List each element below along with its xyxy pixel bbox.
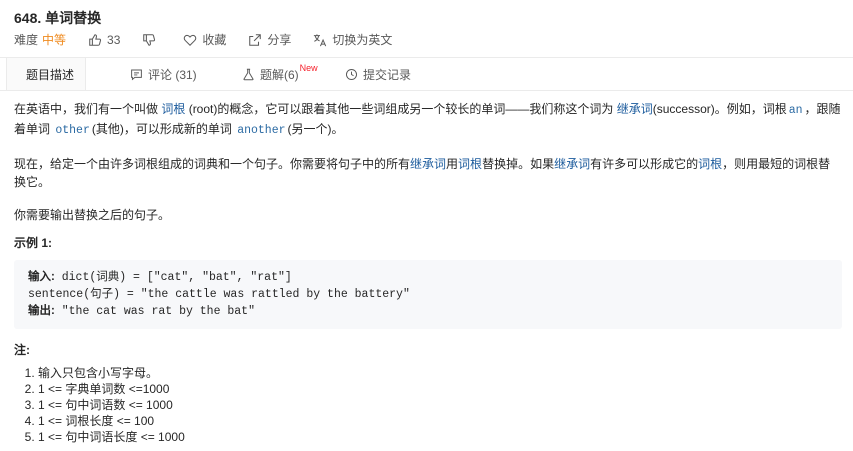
problem-meta-bar: 难度 中等 33 收藏 分享 切换为英文 bbox=[14, 31, 414, 48]
output-value: "the cat was rat by the bat" bbox=[54, 305, 255, 318]
list-item: 1 <= 句中词语长度 <= 1000 bbox=[38, 429, 842, 445]
tab-label: 题解(6) bbox=[260, 67, 299, 82]
list-item: 输入只包含小写字母。 bbox=[38, 365, 842, 381]
output-label: 输出: bbox=[28, 305, 55, 317]
switch-language-label: 切换为英文 bbox=[332, 33, 393, 47]
clock-icon bbox=[345, 68, 358, 80]
dislike-button[interactable] bbox=[142, 33, 161, 47]
difficulty-label: 难度 bbox=[14, 33, 39, 47]
input-line-1: dict(词典) = ["cat", "bat", "rat"] bbox=[54, 271, 292, 284]
tab-label: 题目描述 bbox=[26, 67, 75, 82]
difficulty: 难度 中等 bbox=[14, 31, 66, 48]
term-root: 词根 bbox=[161, 102, 186, 116]
problem-title: 648. 单词替换 bbox=[14, 10, 102, 26]
difficulty-value: 中等 bbox=[42, 33, 67, 47]
heart-icon bbox=[184, 34, 197, 46]
list-item: 1 <= 词根长度 <= 100 bbox=[38, 413, 842, 429]
thumbs-up-icon bbox=[89, 33, 102, 46]
flask-icon bbox=[243, 68, 254, 80]
tab-submissions[interactable]: 提交记录 bbox=[345, 58, 411, 90]
input-label: 输入: bbox=[28, 271, 55, 283]
code-an: an bbox=[788, 104, 803, 117]
notes-list: 输入只包含小写字母。 1 <= 字典单词数 <=1000 1 <= 句中词语数 … bbox=[14, 365, 842, 445]
list-item: 1 <= 字典单词数 <=1000 bbox=[38, 381, 842, 397]
like-count: 33 bbox=[107, 32, 121, 47]
problem-header: 648. 单词替换 难度 中等 33 收藏 分享 切换为英文 bbox=[0, 0, 853, 58]
code-other: other bbox=[55, 124, 90, 137]
share-label: 分享 bbox=[267, 33, 292, 47]
like-button[interactable]: 33 bbox=[88, 33, 120, 47]
paragraph-2: 现在，给定一个由许多词根组成的词典和一个句子。你需要将句子中的所有继承词用词根替… bbox=[14, 157, 831, 189]
share-button[interactable]: 分享 bbox=[248, 31, 291, 48]
code-another: another bbox=[237, 124, 286, 137]
problem-description: 在英语中，我们有一个叫做 词根 (root)的概念，它可以跟着其他一些词组成另一… bbox=[14, 100, 842, 445]
note-title: 注: bbox=[14, 343, 30, 357]
collect-button[interactable]: 收藏 bbox=[183, 31, 226, 48]
input-line-2: sentence(句子) = "the cattle was rattled b… bbox=[28, 288, 410, 301]
example-block: 输入: dict(词典) = ["cat", "bat", "rat"] sen… bbox=[14, 260, 842, 329]
tab-label: 提交记录 bbox=[363, 67, 412, 82]
collect-label: 收藏 bbox=[202, 33, 227, 47]
translate-icon bbox=[314, 33, 327, 46]
term-root: 词根 bbox=[458, 157, 483, 171]
term-successor: 继承词 bbox=[554, 157, 591, 171]
paragraph-3: 你需要输出替换之后的句子。 bbox=[14, 208, 171, 222]
comment-icon bbox=[131, 69, 142, 80]
tab-description[interactable]: 题目描述 bbox=[6, 58, 86, 90]
tab-comments[interactable]: 评论 (31) bbox=[130, 58, 197, 90]
tab-label: 评论 (31) bbox=[148, 67, 197, 82]
term-successor: 继承词 bbox=[616, 102, 653, 116]
tab-bar: 题目描述 评论 (31) 题解(6) New 提交记录 bbox=[0, 58, 853, 91]
paragraph-1: 在英语中，我们有一个叫做 词根 (root)的概念，它可以跟着其他一些词组成另一… bbox=[14, 102, 841, 137]
term-successor: 继承词 bbox=[410, 157, 447, 171]
new-badge: New bbox=[299, 63, 318, 73]
term-root: 词根 bbox=[698, 157, 723, 171]
list-item: 1 <= 句中词语数 <= 1000 bbox=[38, 397, 842, 413]
share-icon bbox=[249, 33, 262, 46]
switch-language-button[interactable]: 切换为英文 bbox=[313, 31, 392, 48]
tab-solutions[interactable]: 题解(6) New bbox=[242, 58, 318, 90]
thumbs-down-icon bbox=[143, 33, 156, 46]
example-title: 示例 1: bbox=[14, 236, 53, 250]
